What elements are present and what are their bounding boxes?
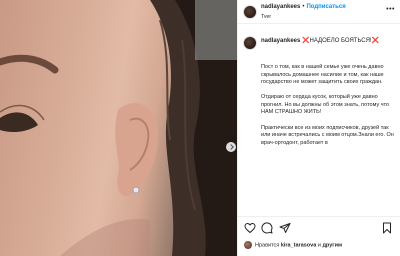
author-username[interactable]: nadlayankees <box>261 4 300 10</box>
caption-avatar[interactable] <box>243 36 257 50</box>
carousel-next-icon[interactable] <box>226 142 236 152</box>
caption-paragraph: Практически все из моих подписчиков, дру… <box>261 124 394 146</box>
share-icon[interactable] <box>279 222 291 234</box>
caption-headline: ❌НАДОЕЛО БОЯТЬСЯ!❌ <box>302 38 380 44</box>
ear-shape <box>115 103 158 197</box>
background-wall <box>195 0 237 60</box>
post-header: nadlayankees • Подписаться Tver ••• <box>238 0 400 24</box>
separator-dot: • <box>302 4 305 10</box>
more-icon[interactable]: ••• <box>386 6 395 13</box>
save-icon[interactable] <box>381 222 393 234</box>
post-photo[interactable] <box>0 0 237 256</box>
liker-username[interactable]: kira_tarasova <box>281 242 316 248</box>
caption-headline-line: nadlayankees ❌НАДОЕЛО БОЯТЬСЯ!❌ <box>261 37 397 45</box>
likes-others-link[interactable]: другим <box>322 242 342 248</box>
caption-area: nadlayankees ❌НАДОЕЛО БОЯТЬСЯ!❌ Пост о т… <box>238 34 400 216</box>
caption-paragraph: Отдираю от сердца кусок, который уже дав… <box>261 94 390 116</box>
comment-icon[interactable] <box>261 222 273 234</box>
follow-button[interactable]: Подписаться <box>306 4 345 10</box>
caption-paragraph: Пост о том, как в нашей семье уже очень … <box>261 64 384 86</box>
likes-summary: Нравится kira_tarasova и другим <box>244 241 342 249</box>
author-line: nadlayankees • Подписаться <box>261 4 346 10</box>
post-side-panel: nadlayankees • Подписаться Tver ••• nadlay… <box>237 0 400 256</box>
eyebrow-shape <box>0 54 59 74</box>
instagram-post: nadlayankees • Подписаться Tver ••• nadlay… <box>0 0 400 256</box>
eye-shape <box>0 112 38 133</box>
post-location[interactable]: Tver <box>261 14 271 20</box>
earring-shape <box>132 186 140 194</box>
photo-illustration <box>0 0 237 256</box>
jaw-shadow <box>60 219 150 256</box>
action-bar: Нравится kira_tarasova и другим <box>238 216 400 256</box>
likes-conjunction: и <box>317 242 321 249</box>
caption-username[interactable]: nadlayankees <box>261 38 300 44</box>
author-avatar[interactable] <box>243 5 257 19</box>
caption-text: Пост о том, как в нашей семье уже очень … <box>261 64 395 155</box>
liker-avatar[interactable] <box>244 241 252 249</box>
like-icon[interactable] <box>244 222 256 234</box>
likes-prefix: Нравится <box>255 242 280 249</box>
